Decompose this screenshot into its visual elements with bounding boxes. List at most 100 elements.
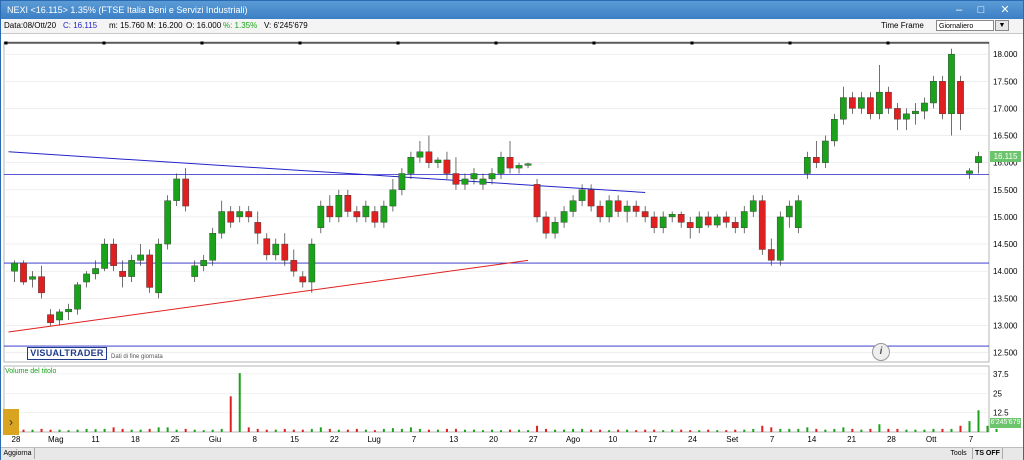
x-tick-label: Ott — [926, 435, 937, 444]
volume-bar — [310, 428, 313, 432]
candle-body — [840, 97, 847, 120]
top-marker — [200, 41, 204, 45]
candle-body — [885, 91, 892, 109]
volume-bar — [590, 429, 593, 432]
top-marker — [886, 41, 890, 45]
candle-body — [434, 159, 442, 163]
volume-bar — [22, 429, 25, 432]
volume-bar — [941, 428, 944, 432]
volume-bar — [968, 421, 971, 432]
x-tick-label: 22 — [330, 435, 339, 444]
volume-bar — [788, 428, 791, 432]
volume-bar — [608, 430, 611, 432]
price-tick-label: 14.000 — [993, 267, 1018, 276]
volume-bar — [463, 429, 466, 432]
candle-body — [867, 97, 874, 115]
maximize-button[interactable]: □ — [973, 3, 989, 17]
candle-body — [506, 157, 514, 169]
volume-bar — [860, 429, 863, 432]
candle-body — [407, 157, 415, 174]
candle-body — [551, 222, 559, 234]
top-marker — [396, 41, 400, 45]
candle-body — [587, 189, 595, 207]
volume-tick-label: 12.5 — [993, 409, 1009, 418]
volume-bar — [301, 429, 304, 432]
volume-bar — [40, 428, 43, 432]
volume-bar — [67, 430, 70, 432]
volume-bar — [481, 430, 484, 432]
x-tick-label: 7 — [969, 435, 974, 444]
volume-bar — [896, 428, 899, 432]
volume-title: Volume del titolo — [5, 368, 57, 375]
candle-body — [173, 178, 181, 201]
volume-bar — [445, 428, 448, 432]
minimize-button[interactable]: – — [951, 3, 967, 17]
volume-bar — [85, 428, 88, 432]
volume-bar — [779, 428, 782, 432]
chevron-down-icon[interactable]: ▼ — [995, 20, 1009, 31]
candle-body — [344, 195, 352, 212]
tools-button[interactable]: Tools — [945, 448, 973, 459]
x-tick-label: Giu — [209, 435, 221, 444]
volume-bar — [247, 427, 250, 432]
close-button[interactable]: ✕ — [997, 3, 1013, 17]
x-tick-label: 7 — [770, 435, 775, 444]
ts-off-button[interactable]: TS OFF — [973, 448, 1003, 459]
volume-bar — [914, 429, 917, 432]
volume-bar — [175, 429, 178, 432]
volume-bar — [472, 429, 475, 432]
candle-body — [497, 157, 505, 174]
candle-body — [812, 157, 820, 163]
candle-body — [578, 189, 586, 201]
volume-bar — [427, 429, 430, 432]
side-panel-toggle-icon[interactable]: › — [3, 409, 19, 435]
volume-bar — [581, 428, 584, 432]
candle-body — [957, 81, 964, 115]
volume-bar — [770, 427, 773, 432]
volume-bar — [671, 429, 674, 432]
volume-bar — [238, 373, 241, 432]
volume-bar — [364, 429, 367, 432]
top-marker — [4, 41, 8, 45]
volume-bar — [346, 429, 349, 432]
candle-body — [137, 254, 144, 261]
candle-body — [659, 216, 667, 228]
candle-body — [281, 243, 289, 261]
x-tick-label: 13 — [449, 435, 458, 444]
volume-bar — [842, 427, 845, 432]
volume-bar — [518, 429, 521, 432]
candle-body — [515, 165, 523, 169]
price-chart[interactable]: 18.00017.50017.00016.50016.00015.50015.0… — [1, 34, 1023, 446]
candle-body — [740, 211, 748, 228]
update-button[interactable]: Aggiorna — [1, 448, 35, 459]
candle-body — [290, 260, 298, 272]
info-icon[interactable]: i — [872, 343, 890, 361]
volume-bar — [211, 429, 214, 432]
volume-bar — [373, 430, 376, 432]
volume-bar — [716, 430, 719, 432]
info-pct: %: 1.35% — [223, 21, 258, 30]
price-tick-label: 17.000 — [993, 104, 1018, 113]
candle-body — [128, 260, 135, 277]
candle-body — [794, 200, 802, 228]
candle-body — [470, 173, 478, 180]
x-tick-label: Set — [726, 435, 739, 444]
candle-body — [11, 262, 18, 272]
candle-body — [83, 273, 90, 283]
volume-bar — [337, 429, 340, 432]
price-panel-frame — [3, 41, 990, 363]
candle-body — [975, 156, 982, 163]
volume-bar — [563, 429, 566, 432]
timeframe-select[interactable]: Giornaliero — [936, 20, 994, 31]
candle-body — [858, 97, 865, 109]
x-tick-label: 21 — [847, 435, 856, 444]
volume-bar — [887, 428, 890, 432]
top-marker — [494, 41, 498, 45]
candle-body — [948, 53, 955, 115]
x-tick-label: 27 — [529, 435, 538, 444]
volume-bar — [824, 429, 827, 432]
volume-bar — [635, 430, 638, 432]
volume-bar — [959, 425, 962, 432]
candle-body — [20, 262, 27, 283]
price-tick-label: 13.000 — [993, 321, 1018, 330]
